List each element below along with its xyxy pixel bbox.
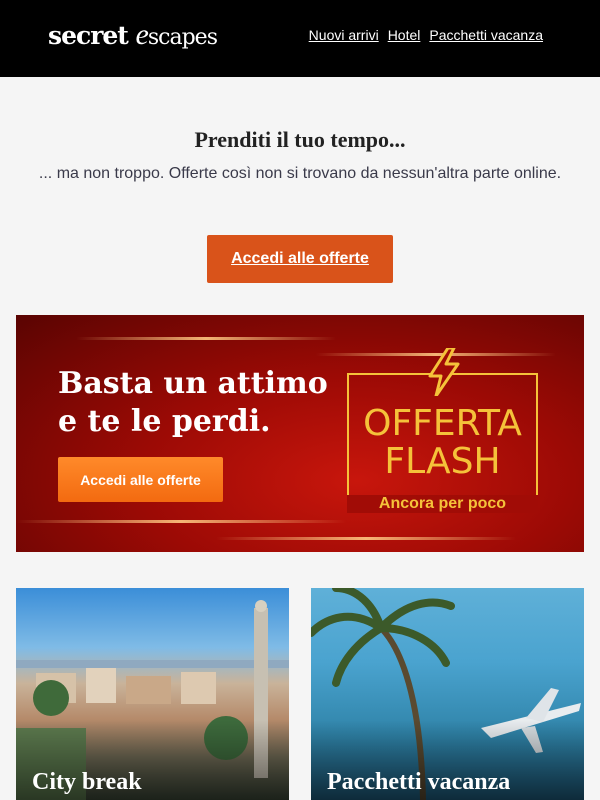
header-nav: Nuovi arrivi Hotel Pacchetti vacanza bbox=[309, 27, 543, 43]
logo-word-scapes: scapes bbox=[147, 25, 218, 50]
flash-offer-subtitle: Ancora per poco bbox=[347, 495, 538, 513]
banner-title-line2: e te le perdi. bbox=[58, 404, 271, 439]
light-streak bbox=[76, 337, 336, 340]
city-break-label: City break bbox=[32, 769, 142, 795]
flash-title-line1: OFFERTA bbox=[363, 403, 522, 444]
flash-offer-banner[interactable]: Basta un attimo e te le perdi. Accedi al… bbox=[16, 315, 584, 552]
nav-link-pacchetti-vacanza[interactable]: Pacchetti vacanza bbox=[429, 27, 543, 43]
logo-letter-e: e bbox=[135, 18, 149, 51]
flash-title-line2: FLASH bbox=[384, 441, 501, 482]
page-headline: Prenditi il tuo tempo... bbox=[194, 127, 406, 152]
flash-offer-title: OFFERTA FLASH bbox=[347, 405, 538, 481]
logo-word-secret: secret bbox=[48, 21, 129, 50]
city-break-card[interactable]: City break bbox=[16, 588, 289, 800]
nav-link-nuovi-arrivi[interactable]: Nuovi arrivi bbox=[309, 27, 379, 43]
nav-link-hotel[interactable]: Hotel bbox=[388, 27, 421, 43]
banner-access-offers-button[interactable]: Accedi alle offerte bbox=[58, 457, 223, 502]
banner-title: Basta un attimo e te le perdi. bbox=[58, 365, 328, 441]
holiday-packages-label: Pacchetti vacanza bbox=[327, 769, 511, 795]
light-streak bbox=[16, 520, 346, 523]
light-streak bbox=[216, 537, 516, 540]
lightning-bolt-icon bbox=[428, 348, 460, 396]
secret-escapes-logo[interactable]: secret escapes bbox=[48, 18, 218, 52]
access-offers-button[interactable]: Accedi alle offerte bbox=[207, 235, 393, 283]
holiday-packages-card[interactable]: Pacchetti vacanza bbox=[311, 588, 584, 800]
banner-title-line1: Basta un attimo bbox=[58, 366, 328, 401]
page-subline: ... ma non troppo. Offerte così non si t… bbox=[38, 165, 562, 182]
email-header: secret escapes Nuovi arrivi Hotel Pacche… bbox=[0, 0, 600, 77]
